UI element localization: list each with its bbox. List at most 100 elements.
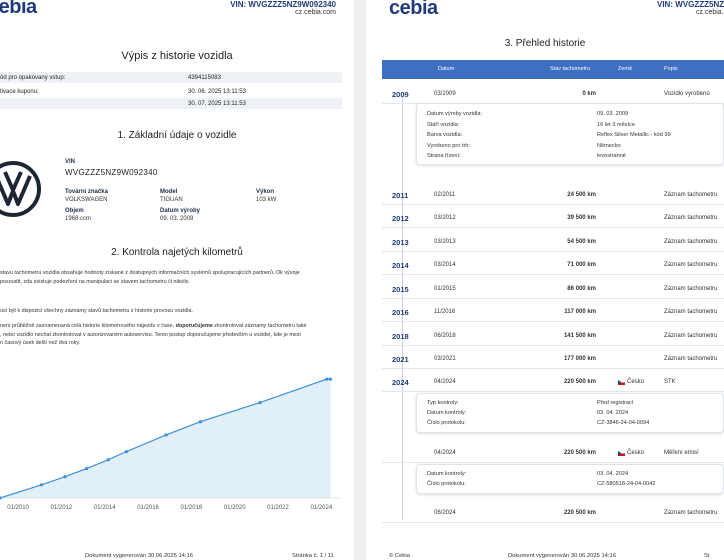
footer-page-number: St — [704, 553, 710, 559]
czech-flag-icon — [618, 380, 625, 385]
row-mileage: 0 km — [582, 91, 596, 97]
info-value: 30. 07. 2025 13:11:53 — [188, 100, 246, 107]
detail-card-inspection: Typ kontroly: Před registrací Datum kontro… — [416, 393, 724, 433]
row-divider — [382, 251, 724, 252]
chart-point — [85, 467, 89, 471]
timeline-year: 2012 — [392, 214, 409, 223]
row-description: Záznam tachometru — [664, 286, 718, 292]
detail-value: 16 let 3 měsíce — [597, 122, 635, 128]
row-date: 03/2014 — [434, 262, 456, 268]
row-date: 03/2012 — [434, 215, 456, 221]
page-gap — [354, 0, 366, 560]
row-mileage: 177 000 km — [563, 356, 596, 362]
row-date: 01/2015 — [434, 286, 456, 292]
header-website[interactable]: cz.cebia.com — [696, 9, 724, 16]
row-divider — [382, 345, 724, 346]
header-website[interactable]: cz.cebia.com — [295, 9, 336, 16]
info-row: tivace kuponu: 30. 06. 2025 13:11:53 — [0, 86, 342, 97]
row-divider — [382, 227, 724, 228]
row-divider — [382, 462, 724, 463]
chart-x-tick-label: 01/2022 — [267, 505, 289, 511]
mileage-paragraph: stavu tachometru vozidla obsahuje hodnot… — [0, 270, 300, 285]
detail-value: Německo — [597, 143, 621, 149]
history-table-header: Datum Stav tachometru Země Popis — [382, 60, 724, 79]
field-label: Tovární značka — [65, 189, 108, 195]
row-mileage: 220 500 km — [563, 450, 596, 456]
czech-flag-icon — [618, 451, 625, 456]
chart-point — [0, 496, 2, 500]
row-date: 03/2009 — [434, 91, 456, 97]
column-date: Datum — [438, 66, 455, 72]
detail-value: CZ-3846-24-04-0094 — [597, 420, 650, 426]
row-mileage: 86 000 km — [567, 286, 596, 292]
timeline-year: 2013 — [392, 238, 409, 247]
row-description: Záznam tachometru — [664, 215, 718, 221]
info-row: ód pro opakovaný vstup: 4394115083 — [0, 72, 342, 83]
detail-card-build: Datum výroby vozidla: 09. 03. 2009 Stáří v… — [416, 103, 724, 165]
row-mileage: 39 500 km — [567, 215, 596, 221]
detail-value: 09. 03. 2009 — [597, 111, 629, 117]
mileage-chart: 01/2010 01/2012 01/2014 01/2016 01/2018 01/20… — [0, 377, 340, 511]
info-value: 4394115083 — [188, 74, 221, 81]
info-label: ód pro opakovaný vstup: — [0, 74, 66, 81]
row-mileage: 54 500 km — [567, 239, 596, 245]
page-title: Výpis z historie vozidla — [121, 50, 233, 62]
row-date: 03/2021 — [434, 356, 456, 362]
mileage-recommendation: není průběžně zaznamenaná celá historie … — [0, 323, 307, 346]
chart-point — [325, 377, 329, 381]
info-value: 30. 06. 2025 13:11:53 — [188, 88, 246, 95]
detail-label: Typ kontroly: — [427, 400, 459, 406]
row-date: 02/2011 — [434, 192, 456, 198]
row-mileage: 117 000 km — [564, 309, 596, 315]
chart-x-tick-label: 01/2010 — [7, 505, 29, 511]
detail-value: CZ-580518-24-04-0042 — [597, 481, 656, 487]
chart-point — [198, 420, 202, 424]
row-country: Česko — [627, 379, 645, 385]
row-mileage: 141 500 km — [563, 333, 596, 339]
row-divider — [382, 204, 724, 205]
row-date: 03/2013 — [434, 239, 456, 245]
field-value: 103 kW — [256, 197, 277, 203]
row-date: 04/2024 — [434, 450, 456, 456]
info-label: tivace kuponu: — [0, 88, 39, 95]
chart-point — [106, 458, 110, 462]
row-mileage: 24 500 km — [567, 192, 596, 198]
chart-point — [164, 433, 168, 437]
column-mileage: Stav tachometru — [550, 66, 591, 72]
row-description: Záznam tachometru — [664, 510, 718, 516]
column-description: Popis — [664, 66, 678, 72]
row-divider — [382, 368, 724, 369]
chart-area-fill — [0, 379, 331, 498]
field-value: TIGUAN — [160, 197, 183, 203]
row-description: STK — [664, 379, 676, 385]
chart-x-tick-label: 01/2020 — [224, 505, 246, 511]
field-label: Výkon — [256, 189, 275, 195]
chart-x-tick-label: 01/2024 — [311, 505, 333, 511]
row-description: Záznam tachometru — [664, 333, 718, 339]
field-value: VOLKSWAGEN — [65, 197, 108, 203]
mileage-note: usí být k dispozici všechny záznamy stav… — [0, 308, 193, 314]
cebia-logo: cebia — [389, 0, 438, 19]
detail-card-emissions: Datum kontroly: 03. 04. 2024 Číslo protoko… — [416, 464, 724, 494]
cebia-logo: cebia — [0, 0, 37, 18]
row-date: 06/2018 — [434, 333, 456, 339]
chart-point — [124, 450, 128, 454]
field-label: Model — [160, 189, 178, 195]
field-label: Objem — [65, 208, 84, 214]
detail-label: Datum kontroly: — [427, 410, 467, 416]
column-country: Země — [618, 66, 633, 72]
vin-label: VIN — [65, 159, 76, 165]
detail-label: Číslo protokolu: — [427, 481, 466, 487]
detail-label: Vyrobeno pro trh: — [427, 143, 471, 149]
field-value: 09. 03. 2009 — [160, 216, 194, 222]
row-date: 04/2024 — [434, 379, 456, 385]
header-vin: VIN: WVGZZZ5NZ9W092340 — [657, 0, 724, 9]
detail-value: 03. 04. 2024 — [597, 410, 629, 416]
timeline-year: 2021 — [392, 355, 409, 364]
detail-label: Datum kontroly: — [427, 471, 467, 477]
chart-point — [63, 475, 67, 479]
footer-page-number: Stránka č. 1 / 11 — [292, 553, 334, 559]
detail-value: Reflex Silver Metallic - kód 99 — [597, 132, 671, 138]
row-description: Vozidlo vyrobeno — [664, 91, 710, 97]
timeline-year: 2015 — [392, 285, 409, 294]
